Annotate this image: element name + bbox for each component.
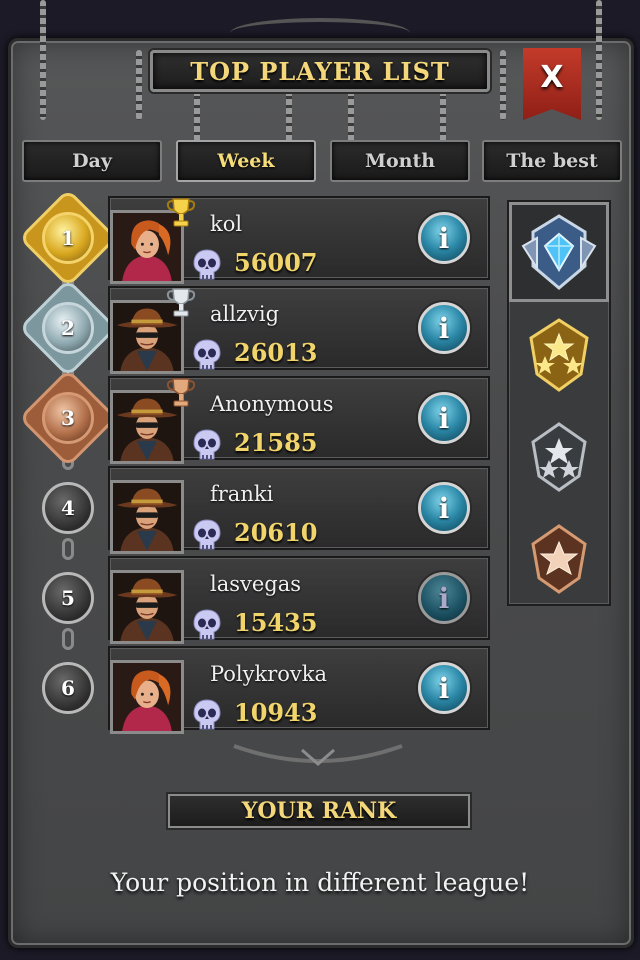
tab-label: The best <box>506 150 598 172</box>
list-item: 1 kol 56007 i <box>22 192 492 284</box>
gold-league-icon <box>529 318 589 392</box>
player-score: 56007 <box>234 248 318 277</box>
skull-icon <box>193 339 221 370</box>
league-diamond[interactable] <box>509 202 609 302</box>
chain-decoration <box>286 90 292 142</box>
chain-decoration <box>500 50 506 120</box>
tab-label: Month <box>364 150 436 172</box>
league-gold[interactable] <box>509 304 609 404</box>
skull-icon <box>193 249 221 280</box>
info-button[interactable]: i <box>418 572 470 624</box>
avatar[interactable] <box>110 660 184 734</box>
chain-decoration <box>348 90 354 142</box>
skull-icon <box>193 609 221 640</box>
list-item: 6 Polykrovka 10943 i <box>22 646 492 734</box>
player-name: Anonymous <box>210 392 334 416</box>
tab-day[interactable]: Day <box>22 140 162 182</box>
rank-badge: 6 <box>42 662 94 714</box>
diamond-league-icon <box>521 214 597 290</box>
tab-label: Week <box>217 150 275 172</box>
list-item: 4 franki 20610 i <box>22 466 492 554</box>
close-button[interactable]: X <box>523 48 581 120</box>
bronze-trophy-icon <box>166 378 196 407</box>
info-button[interactable]: i <box>418 392 470 444</box>
league-selector <box>507 200 611 606</box>
list-item: 2 allzvig 26013 i <box>22 282 492 374</box>
period-tabs: Day Week Month The best <box>22 140 622 184</box>
your-rank-plate: YOUR RANK <box>168 794 470 828</box>
avatar[interactable] <box>110 480 184 554</box>
your-rank-title: YOUR RANK <box>241 798 397 824</box>
skull-icon <box>193 699 221 730</box>
tab-week[interactable]: Week <box>176 140 316 182</box>
tab-month[interactable]: Month <box>330 140 470 182</box>
player-score: 26013 <box>234 338 318 367</box>
info-button[interactable]: i <box>418 212 470 264</box>
gold-trophy-icon <box>166 198 196 227</box>
rank-badge: 2 <box>42 302 94 354</box>
silver-trophy-icon <box>166 288 196 317</box>
skull-icon <box>193 429 221 460</box>
info-button[interactable]: i <box>418 302 470 354</box>
rank-badge: 4 <box>42 482 94 534</box>
rank-badge: 1 <box>42 212 94 264</box>
chain-decoration <box>40 0 46 120</box>
info-button[interactable]: i <box>418 482 470 534</box>
rank-badge: 3 <box>42 392 94 444</box>
player-score: 21585 <box>234 428 318 457</box>
info-button[interactable]: i <box>418 662 470 714</box>
list-item: 3 Anonymous 21585 i <box>22 372 492 464</box>
chain-decoration <box>440 90 446 142</box>
skull-icon <box>193 519 221 550</box>
avatar[interactable] <box>110 570 184 644</box>
top-ornament <box>230 18 410 48</box>
your-rank-message: Your position in different league! <box>110 868 530 897</box>
tab-the-best[interactable]: The best <box>482 140 622 182</box>
divider-ornament <box>233 744 403 766</box>
player-name: allzvig <box>210 302 280 326</box>
chain-decoration <box>194 90 200 142</box>
player-score: 10943 <box>234 698 318 727</box>
league-silver[interactable] <box>509 406 609 506</box>
bronze-league-icon <box>531 524 587 594</box>
player-name: Polykrovka <box>210 662 328 686</box>
chain-decoration <box>136 50 142 120</box>
league-bronze[interactable] <box>509 508 609 608</box>
page-title: TOP PLAYER LIST <box>190 56 450 86</box>
player-score: 15435 <box>234 608 318 637</box>
player-score: 20610 <box>234 518 318 547</box>
title-plate: TOP PLAYER LIST <box>150 50 490 92</box>
player-name: kol <box>210 212 243 236</box>
player-name: franki <box>210 482 274 506</box>
rank-badge: 5 <box>42 572 94 624</box>
chain-decoration <box>596 0 602 120</box>
silver-league-icon <box>531 422 587 492</box>
tab-label: Day <box>72 150 112 172</box>
list-item: 5 lasvegas 15435 i <box>22 556 492 644</box>
player-name: lasvegas <box>210 572 302 596</box>
player-list: 1 kol 56007 i 2 allzvig 26013 i 3 Anonym… <box>22 192 492 746</box>
